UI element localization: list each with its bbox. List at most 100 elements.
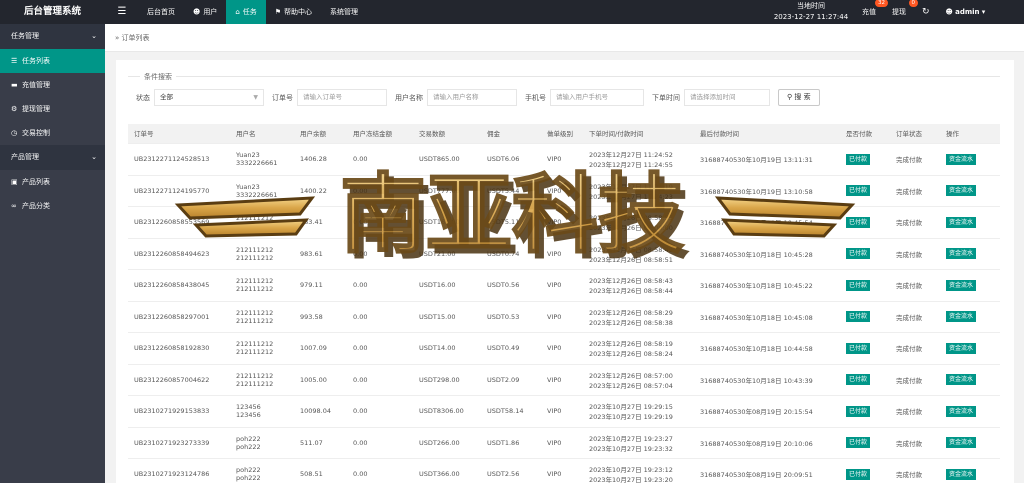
balance: 993.58 — [300, 312, 323, 321]
column-header: 做单级别 — [547, 129, 573, 138]
amount-cell: USDT14.00 — [413, 333, 481, 364]
comment-icon: ▬ — [11, 81, 18, 89]
column-header: 用户余额 — [300, 129, 326, 138]
level: VIP0 — [547, 186, 562, 195]
phone-input[interactable]: 请输入用户手机号 — [550, 89, 644, 106]
flag-icon: ⚑ — [274, 8, 282, 16]
balance-cell: 993.58 — [294, 302, 347, 333]
last-pay-cell: 31688740530年10月18日 10:45:22 — [694, 270, 840, 301]
balance-cell: 511.07 — [294, 428, 347, 459]
order-time-input[interactable]: 请选择添加时间 — [684, 89, 770, 106]
order-status: 完成付款 — [896, 250, 922, 259]
last-pay-time: 31688740530年08月19日 20:09:51 — [700, 471, 813, 480]
fund-flow-button[interactable]: 资金流水 — [946, 311, 977, 323]
order-no-cell: UB2310271929153833 — [128, 396, 230, 427]
fund-flow-button[interactable]: 资金流水 — [946, 437, 977, 449]
sidebar-item-product-category[interactable]: ∞ 产品分类 — [0, 194, 105, 218]
status-cell: 完成付款 — [890, 144, 940, 175]
order-no: UB2312271124195770 — [134, 186, 210, 195]
level-cell: VIP0 — [541, 302, 583, 333]
topnav-task[interactable]: ⌂ 任务 — [226, 0, 266, 24]
commission: USDT0.74 — [487, 249, 520, 258]
recharge-link[interactable]: 充值 32 — [862, 0, 888, 17]
last-pay-time: 31688740530年10月18日 10:45:28 — [700, 250, 813, 259]
fund-flow-button[interactable]: 资金流水 — [946, 468, 977, 480]
username-line1: 212111212 — [236, 214, 274, 223]
admin-menu[interactable]: ☻ admin ▾ — [946, 8, 986, 16]
order-no-cell: UB2312260858192830 — [128, 333, 230, 364]
sidebar-item-task-list[interactable]: ☰ 任务列表 — [0, 49, 105, 73]
username-line1: poh222 — [236, 466, 261, 475]
status-select[interactable]: 全部 ▼ — [154, 89, 264, 106]
frozen-cell: 0.00 — [347, 333, 413, 364]
frozen: 0.00 — [353, 375, 368, 384]
order-status: 完成付款 — [896, 439, 922, 448]
withdraw-count-badge: 0 — [908, 0, 918, 7]
fund-flow-button[interactable]: 资金流水 — [946, 279, 977, 291]
sidebar-item-recharge[interactable]: ▬ 充值管理 — [0, 73, 105, 97]
username-line1: 212111212 — [236, 245, 274, 254]
sidebar-item-withdraw[interactable]: ⚙ 提现管理 — [0, 97, 105, 121]
fund-flow-button[interactable]: 资金流水 — [946, 405, 977, 417]
search-button[interactable]: ⚲ 搜 索 — [778, 89, 820, 106]
level-cell: VIP0 — [541, 396, 583, 427]
refresh-icon[interactable]: ↻ — [922, 7, 930, 17]
paid-cell: 已付款 — [840, 365, 890, 396]
top-nav: 后台首页 ☻ 用户 ⌂ 任务 ⚑ 帮助中心 系统管理 — [138, 0, 367, 24]
times-cell: 2023年10月27日 19:23:12 2023年10月27日 19:23:20 — [583, 459, 694, 483]
fund-flow-button[interactable]: 资金流水 — [946, 248, 977, 260]
commission: USDT1.86 — [487, 438, 520, 447]
sidebar-item-trade-control[interactable]: ◷ 交易控制 — [0, 121, 105, 145]
level: VIP0 — [547, 249, 562, 258]
level-cell: VIP0 — [541, 239, 583, 270]
action-cell: 资金流水 — [940, 396, 1000, 427]
topnav-home[interactable]: 后台首页 — [138, 0, 184, 24]
order-time: 2023年12月26日 08:58:43 — [589, 277, 673, 286]
chevron-down-icon: ⌄ — [91, 32, 97, 40]
level-cell: VIP0 — [541, 333, 583, 364]
level: VIP0 — [547, 438, 562, 447]
order-no-input[interactable]: 请输入订单号 — [297, 89, 387, 106]
order-no: UB2310271923124786 — [134, 470, 210, 479]
fund-flow-button[interactable]: 资金流水 — [946, 374, 977, 386]
commission: USDT0.56 — [487, 281, 520, 290]
column-header: 操作 — [946, 129, 959, 138]
order-time-label: 下单时间 — [652, 93, 680, 102]
username-input[interactable]: 请输入用户名称 — [427, 89, 517, 106]
amount-cell: USDT21.00 — [413, 239, 481, 270]
withdraw-link[interactable]: 提现 0 — [892, 0, 918, 17]
topnav-help[interactable]: ⚑ 帮助中心 — [266, 0, 321, 24]
sidebar-group-task[interactable]: 任务管理 ⌄ — [0, 24, 105, 49]
last-pay-cell: 31688740530年10月18日 10:43:39 — [694, 365, 840, 396]
pay-time: 2023年12月27日 11:24:55 — [589, 161, 673, 170]
clock-label: 当地时间 — [797, 2, 825, 10]
pay-time: 2023年12月26日 08:58:24 — [589, 350, 673, 359]
username-line2: 212111212 — [236, 348, 274, 357]
topnav-user[interactable]: ☻ 用户 — [184, 0, 226, 24]
fund-flow-button[interactable]: 资金流水 — [946, 185, 977, 197]
fund-flow-button[interactable]: 资金流水 — [946, 342, 977, 354]
order-no-cell: UB2312260857004622 — [128, 365, 230, 396]
last-pay-time: 31688740530年10月19日 13:10:58 — [700, 187, 813, 196]
sidebar-group-product[interactable]: 产品管理 ⌄ — [0, 145, 105, 170]
status-cell: 完成付款 — [890, 239, 940, 270]
last-pay-time: 31688740530年08月19日 20:15:54 — [700, 408, 813, 417]
topnav-system[interactable]: 系统管理 — [321, 0, 367, 24]
home-icon: ⌂ — [235, 8, 240, 16]
fund-flow-button[interactable]: 资金流水 — [946, 153, 977, 165]
menu-toggle-icon[interactable]: ☰ — [112, 0, 132, 24]
sidebar-item-product-list[interactable]: ▣ 产品列表 — [0, 170, 105, 194]
level-cell: VIP0 — [541, 270, 583, 301]
fund-flow-button[interactable]: 资金流水 — [946, 216, 977, 228]
commission-cell: USDT2.56 — [481, 459, 541, 483]
order-status: 完成付款 — [896, 313, 922, 322]
order-table: 订单号 用户名 用户余额 用户冻结金额 交易数额 佣金 做单级别 下单时间/付款… — [128, 124, 1000, 483]
paid-cell: 已付款 — [840, 302, 890, 333]
breadcrumb-current[interactable]: » 订单列表 — [115, 24, 150, 52]
last-pay-cell: 31688740530年08月19日 20:10:06 — [694, 428, 840, 459]
action-cell: 资金流水 — [940, 176, 1000, 207]
username-cell: Yuan23 3332226661 — [230, 176, 294, 207]
last-pay-cell: 31688740530年10月19日 13:10:58 — [694, 176, 840, 207]
paid-cell: 已付款 — [840, 459, 890, 483]
commission: USDT58.14 — [487, 407, 524, 416]
